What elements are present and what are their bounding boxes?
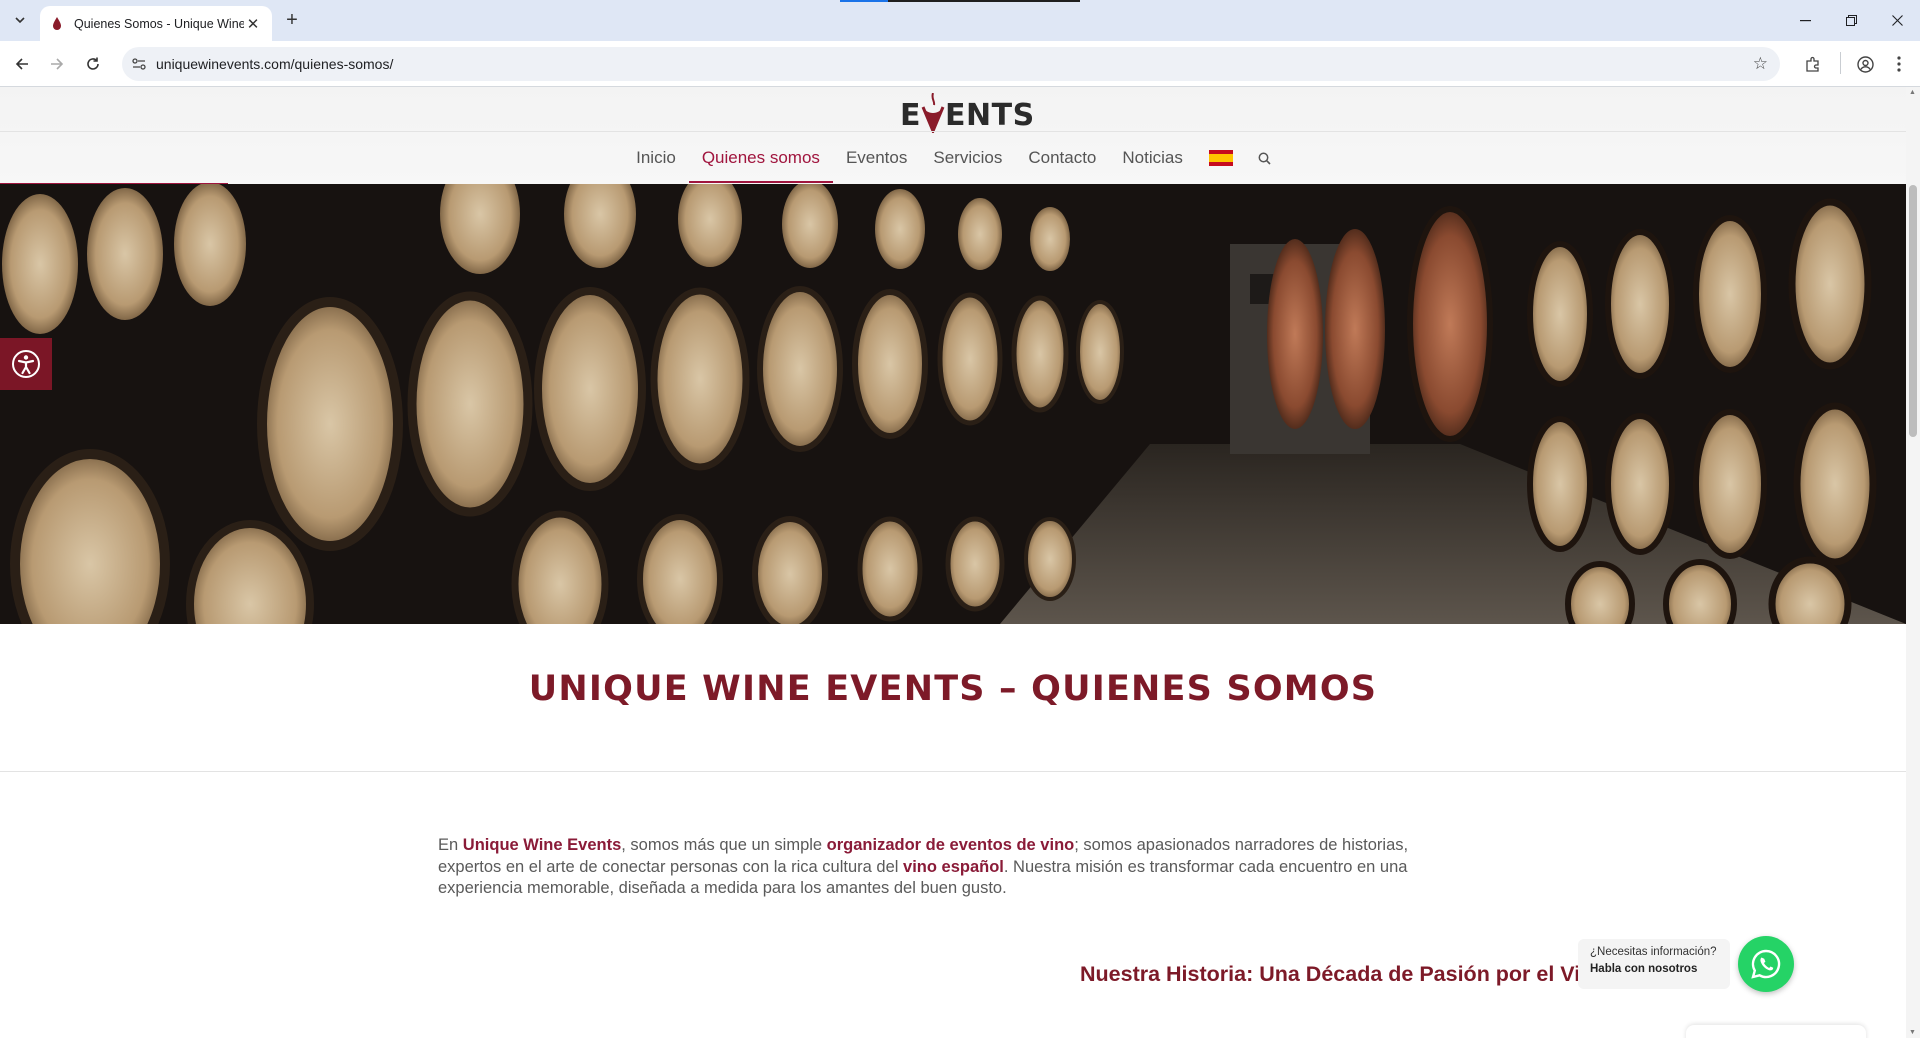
tab-title: Quienes Somos - Unique Wine [74,16,244,31]
nav-contacto[interactable]: Contacto [1015,133,1109,183]
intro-text-1: En [438,836,463,854]
logo-letter-e: E [900,98,921,133]
page-scrollbar[interactable]: ▲ ▼ [1906,87,1920,1038]
toolbar-divider [1840,52,1841,74]
close-window-button[interactable] [1874,0,1920,41]
whatsapp-icon [1751,949,1781,979]
minimize-icon [1799,19,1811,21]
reload-icon [87,57,99,70]
hero-wine-barrels-image [0,184,1906,624]
search-icon[interactable] [1246,152,1283,165]
profile-icon [1856,55,1874,73]
logo-suffix: ENTS [945,98,1035,133]
floating-widget-edge [1686,1025,1866,1038]
restore-icon [1845,15,1857,26]
intro-paragraph: En Unique Wine Events, somos más que un … [438,835,1438,900]
more-vertical-icon [1897,56,1901,72]
arrow-left-icon [15,58,28,70]
wine-barrels-cellar-photo [0,184,1906,624]
main-navigation: Inicio Quienes somos Eventos Servicios C… [0,133,1906,183]
wine-drop-favicon-icon [50,16,64,31]
header-divider [0,131,1906,132]
content-divider [0,771,1906,772]
nav-quienes-somos[interactable]: Quienes somos [688,133,834,183]
whatsapp-prompt-cta: Habla con nosotros [1590,963,1698,975]
tab-search-button[interactable] [8,8,32,32]
site-logo[interactable]: E ENTS [900,89,1035,133]
nav-inicio[interactable]: Inicio [623,133,689,183]
nav-noticias[interactable]: Noticias [1109,133,1195,183]
wine-events-organizer-link[interactable]: organizador de eventos de vino [827,836,1075,854]
nav-servicios[interactable]: Servicios [920,133,1015,183]
history-section-heading: Nuestra Historia: Una Década de Pasión p… [1080,962,1607,986]
close-tab-icon[interactable]: ✕ [244,15,262,33]
intro-text-2: , somos más que un simple [621,836,827,854]
whatsapp-chat-button[interactable] [1738,936,1794,992]
nav-eventos[interactable]: Eventos [833,133,920,183]
scroll-up-arrow-icon[interactable]: ▲ [1909,89,1916,96]
minimize-button[interactable] [1782,0,1828,41]
wine-drop-v-icon [921,93,945,133]
chevron-down-icon [15,17,25,24]
profile-button[interactable] [1852,51,1878,77]
url-text: uniquewinevents.com/quienes-somos/ [156,56,394,72]
site-info-icon[interactable] [122,58,156,70]
scrollbar-thumb[interactable] [1909,185,1917,437]
accessibility-button[interactable] [0,338,52,390]
puzzle-icon [1806,56,1819,72]
extensions-button[interactable] [1800,51,1826,77]
restore-button[interactable] [1828,0,1874,41]
site-header: E ENTS Inicio Quienes somos Eventos Serv… [0,87,1906,186]
new-tab-button[interactable]: + [280,8,304,32]
scroll-down-arrow-icon[interactable]: ▼ [1909,1029,1916,1036]
unique-wine-events-link[interactable]: Unique Wine Events [463,836,621,854]
tab-drag-indicator [840,0,1080,2]
accessibility-icon [12,350,40,378]
browser-menu-button[interactable] [1886,51,1912,77]
spanish-wine-link[interactable]: vino español [903,858,1004,876]
close-icon [1891,15,1903,26]
bookmark-star-icon[interactable]: ☆ [1753,54,1768,74]
whatsapp-prompt-bubble[interactable]: ¿Necesitas información? Habla con nosotr… [1578,939,1730,989]
browser-tab-strip: Quienes Somos - Unique Wine ✕ + [0,0,1920,41]
back-button[interactable] [9,51,35,77]
spain-flag-icon[interactable] [1208,150,1233,166]
browser-tab-active[interactable]: Quienes Somos - Unique Wine ✕ [40,6,272,41]
whatsapp-prompt-question: ¿Necesitas información? [1590,946,1717,958]
page-title: UNIQUE WINE EVENTS – QUIENES SOMOS [528,669,1378,709]
forward-button[interactable] [44,51,70,77]
reload-button[interactable] [80,51,106,77]
arrow-right-icon [51,58,64,70]
page-viewport: E ENTS Inicio Quienes somos Eventos Serv… [0,87,1906,1038]
address-bar[interactable]: uniquewinevents.com/quienes-somos/ ☆ [122,47,1780,81]
browser-toolbar: uniquewinevents.com/quienes-somos/ ☆ [0,41,1920,87]
